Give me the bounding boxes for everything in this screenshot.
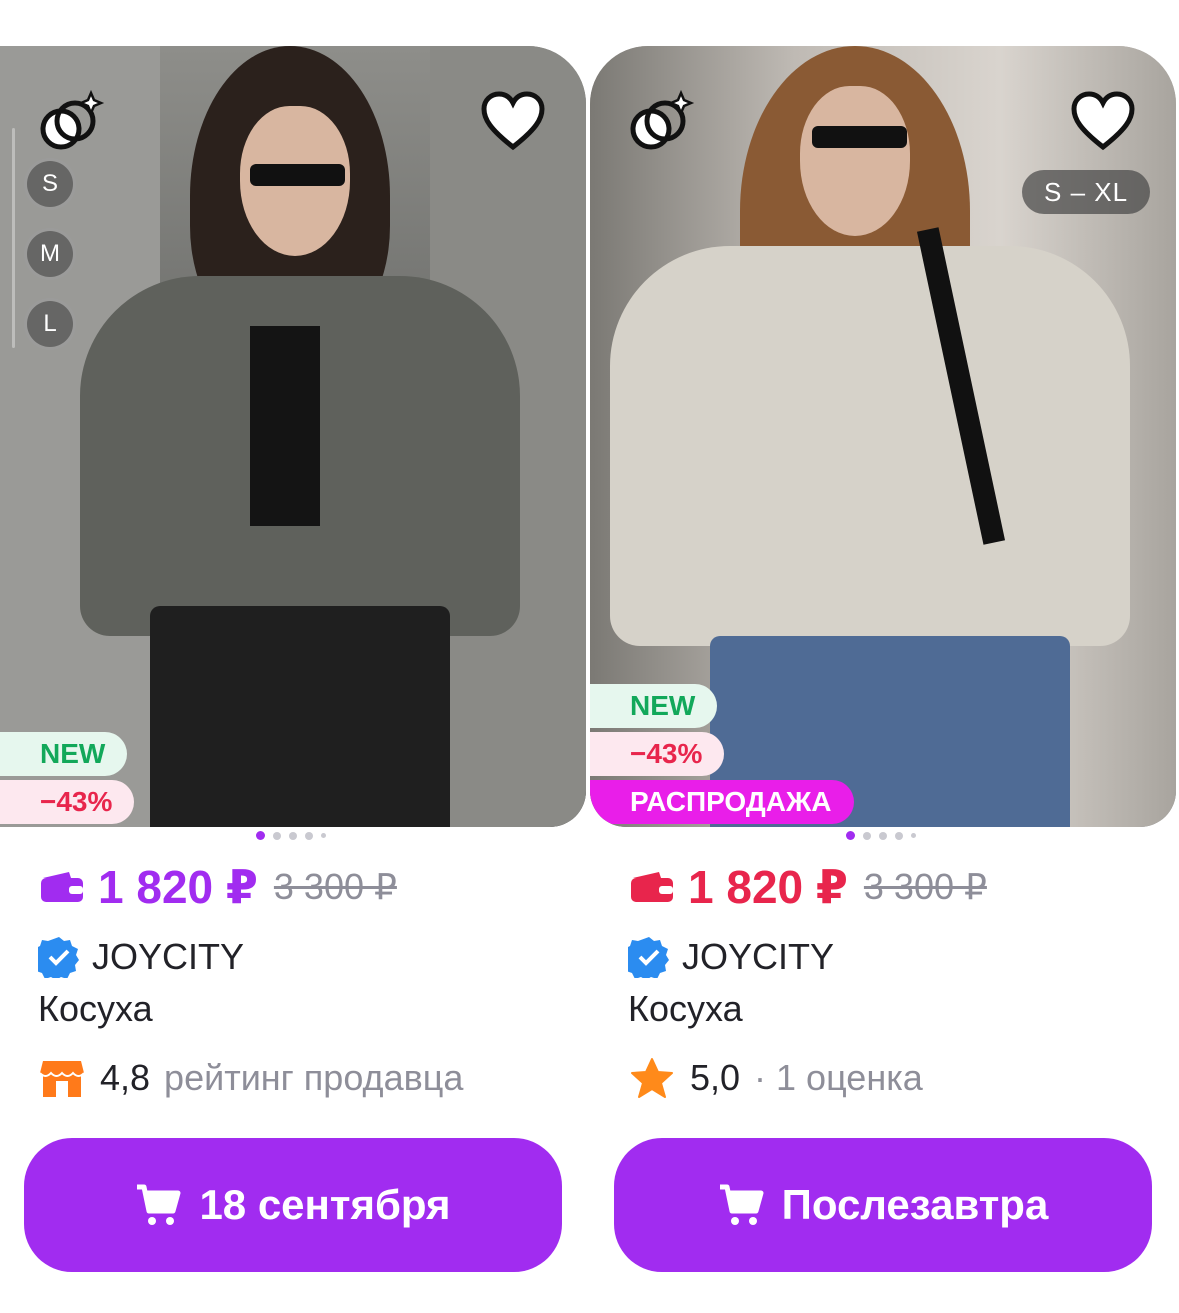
- add-to-cart-button[interactable]: Послезавтра: [614, 1138, 1152, 1272]
- image-pager: [846, 831, 916, 840]
- product-card[interactable]: S – XL NEW −43% РАСПРОДАЖА 1 820 ₽ 3 300…: [590, 46, 1178, 1286]
- image-pager: [256, 831, 326, 840]
- seller-row[interactable]: JOYCITY: [38, 936, 244, 978]
- cart-icon: [135, 1183, 181, 1227]
- rating-text: рейтинг продавца: [164, 1057, 464, 1098]
- delivery-date-label: Послезавтра: [781, 1181, 1049, 1228]
- size-option[interactable]: S: [24, 158, 76, 210]
- new-badge: NEW: [590, 684, 718, 728]
- old-price: 3 300 ₽: [863, 866, 987, 907]
- current-price: 1 820 ₽: [688, 861, 848, 913]
- rings-icon[interactable]: [34, 86, 106, 158]
- seller-row[interactable]: JOYCITY: [628, 936, 834, 978]
- price-row: 1 820 ₽ 3 300 ₽: [38, 860, 397, 914]
- rating-value: 5,0: [690, 1057, 741, 1098]
- product-card[interactable]: S M L NEW −43% 1 820 ₽ 3 300 ₽ JOYCITY К…: [0, 46, 588, 1286]
- price-row: 1 820 ₽ 3 300 ₽: [628, 860, 987, 914]
- seller-name[interactable]: JOYCITY: [682, 936, 834, 978]
- verified-check-icon: [628, 936, 670, 978]
- product-title[interactable]: Косуха: [628, 988, 743, 1030]
- old-price: 3 300 ₽: [273, 866, 397, 907]
- rating-row: 5,0 · 1 оценка: [628, 1056, 923, 1100]
- verified-check-icon: [38, 936, 80, 978]
- size-range-badge: S – XL: [1022, 170, 1151, 214]
- model-figure: [0, 46, 586, 827]
- add-to-cart-button[interactable]: 18 сентября: [24, 1138, 562, 1272]
- product-title[interactable]: Косуха: [38, 988, 153, 1030]
- rating-row: 4,8 рейтинг продавца: [38, 1056, 463, 1100]
- cart-icon: [718, 1183, 764, 1227]
- discount-badge: −43%: [590, 732, 725, 776]
- size-selector: S M L: [12, 128, 76, 350]
- product-photo[interactable]: S – XL NEW −43% РАСПРОДАЖА: [590, 46, 1176, 827]
- new-badge: NEW: [0, 732, 128, 776]
- favorite-heart-icon[interactable]: [478, 86, 548, 156]
- star-icon: [628, 1056, 676, 1100]
- discount-badge: −43%: [0, 780, 135, 824]
- rating-value: 4,8: [100, 1057, 151, 1098]
- rating-text: · 1 оценка: [754, 1057, 923, 1098]
- wallet-icon: [38, 869, 86, 905]
- size-option[interactable]: M: [24, 228, 76, 280]
- favorite-heart-icon[interactable]: [1068, 86, 1138, 156]
- size-option[interactable]: L: [24, 298, 76, 350]
- shop-icon: [38, 1056, 86, 1100]
- rings-icon[interactable]: [624, 86, 696, 158]
- seller-name[interactable]: JOYCITY: [92, 936, 244, 978]
- current-price: 1 820 ₽: [98, 861, 258, 913]
- product-photo[interactable]: S M L NEW −43%: [0, 46, 586, 827]
- delivery-date-label: 18 сентября: [199, 1181, 451, 1228]
- sale-badge: РАСПРОДАЖА: [590, 780, 854, 824]
- wallet-icon: [628, 869, 676, 905]
